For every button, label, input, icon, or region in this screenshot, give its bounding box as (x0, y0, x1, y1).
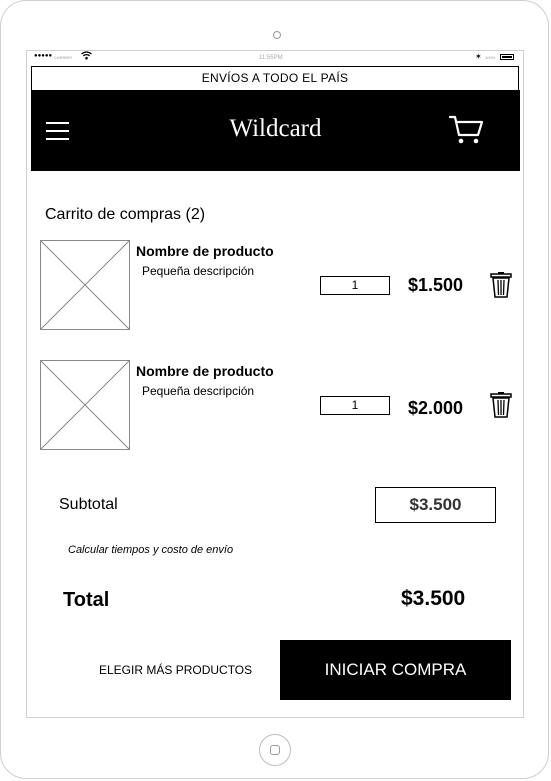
battery-percent: 100% (485, 55, 496, 60)
product-price: $1.500 (408, 275, 464, 295)
shipping-banner: ENVÍOS A TODO EL PAÍS (31, 66, 519, 90)
product-name[interactable]: Nombre de producto (136, 243, 274, 259)
trash-icon[interactable] (490, 272, 512, 298)
total-value: $3.500 (401, 587, 466, 610)
product-image-placeholder[interactable] (40, 360, 130, 450)
bluetooth-icon: ✶ (475, 52, 482, 61)
site-header: Wildcard (31, 90, 520, 171)
subtotal-value: $3.500 (375, 487, 496, 523)
checkout-button[interactable]: INICIAR COMPRA (280, 640, 511, 700)
cart-item: Nombre de producto Pequeña descripción 1… (40, 240, 520, 332)
carrier-label: CARRIER (54, 55, 73, 60)
cart-item: Nombre de producto Pequeña descripción 1… (40, 360, 520, 452)
total-label: Total (63, 589, 110, 611)
wifi-icon (81, 51, 92, 60)
product-name[interactable]: Nombre de producto (136, 363, 274, 379)
quantity-input[interactable]: 1 (320, 396, 390, 415)
quantity-input[interactable]: 1 (320, 276, 390, 295)
camera-dot (273, 31, 281, 39)
product-description: Pequeña descripción (142, 264, 255, 278)
subtotal-label: Subtotal (59, 496, 118, 513)
choose-more-products-link[interactable]: ELEGIR MÁS PRODUCTOS (99, 663, 252, 677)
status-time: 11:55PM (259, 55, 283, 61)
product-price: $2.000 (408, 398, 464, 418)
product-description: Pequeña descripción (142, 384, 255, 398)
product-image-placeholder[interactable] (40, 240, 130, 330)
home-button[interactable] (259, 734, 291, 766)
battery-icon (500, 54, 514, 60)
calculate-shipping-link[interactable]: Calcular tiempos y costo de envío (68, 544, 233, 556)
status-bar: ●●●●● CARRIER 11:55PM ✶ 100% (34, 51, 518, 64)
brand-logo[interactable]: Wildcard (31, 115, 520, 143)
shopping-cart-icon[interactable] (448, 114, 484, 146)
cart-title: Carrito de compras (2) (45, 206, 206, 223)
trash-icon[interactable] (490, 392, 512, 418)
signal-strength: ●●●●● (34, 53, 53, 59)
